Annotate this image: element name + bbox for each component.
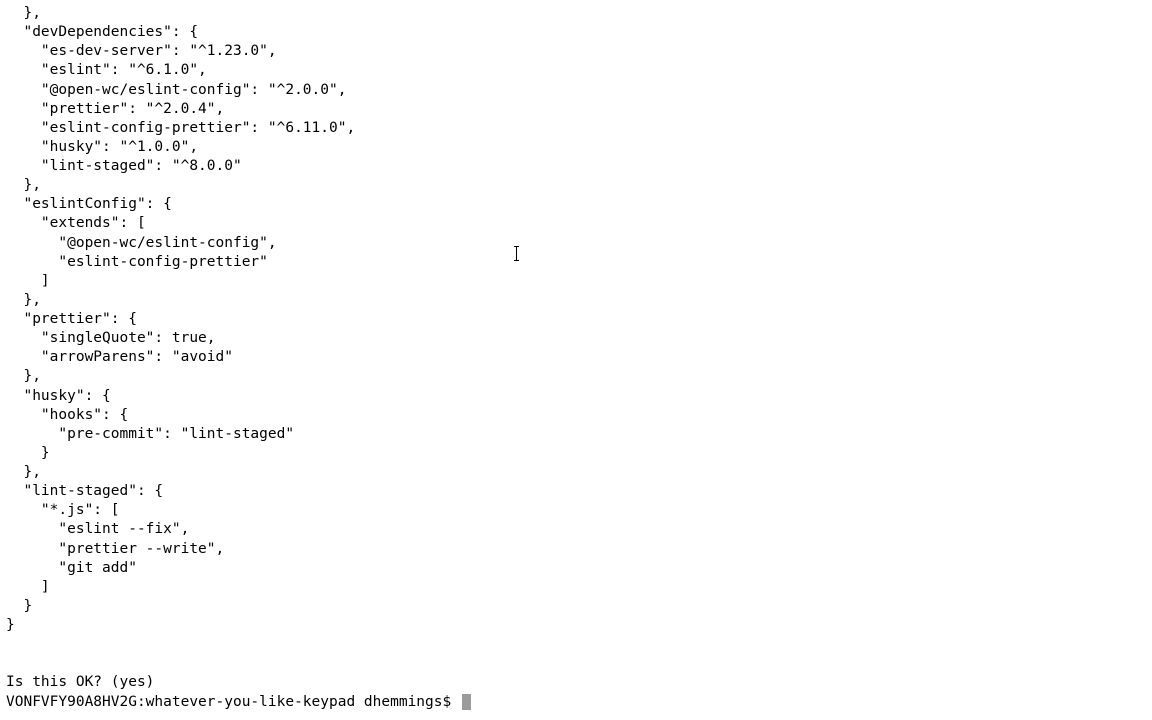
output-text: }, "devDependencies": { "es-dev-server":… (6, 5, 355, 690)
cursor (462, 694, 471, 710)
text-cursor-icon (516, 246, 517, 261)
terminal-output[interactable]: }, "devDependencies": { "es-dev-server":… (0, 0, 1152, 716)
shell-prompt: VONFVFY90A8HV2G:whatever-you-like-keypad… (6, 694, 460, 710)
